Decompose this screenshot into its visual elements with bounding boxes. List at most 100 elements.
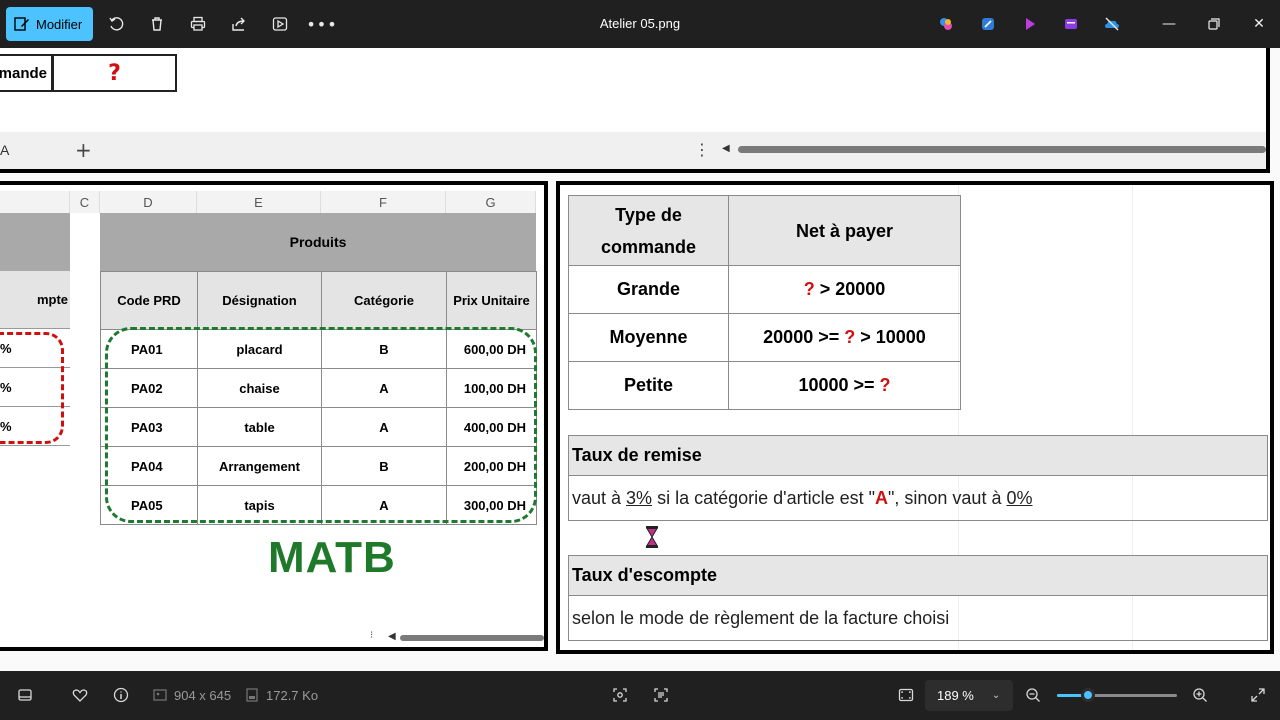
onedrive-off-icon[interactable]: [1100, 12, 1124, 36]
remise-percent: 0%: [1006, 487, 1033, 508]
header-code: Code PRD: [100, 271, 198, 330]
escompte-title: Taux d'escompte: [569, 556, 1267, 596]
scroll-thumb: [738, 146, 1266, 153]
condition-post: > 10000: [855, 327, 926, 347]
zoom-level: 189 %: [937, 688, 974, 703]
minimize-icon[interactable]: —: [1157, 12, 1181, 36]
modify-button[interactable]: Modifier: [6, 7, 93, 41]
cell-condition: ? > 20000: [728, 265, 961, 314]
cell-condition: 10000 >= ?: [728, 361, 961, 410]
info-icon[interactable]: [111, 685, 131, 705]
order-type-table: Type de commande Net à payer Grande ? > …: [568, 195, 961, 410]
sheet-tab: A: [0, 142, 10, 158]
print-icon[interactable]: [186, 12, 210, 36]
cell-type: Petite: [568, 361, 729, 410]
table-row: Moyenne 20000 >= ? > 10000: [568, 313, 961, 362]
cell-label: mande: [0, 54, 53, 92]
sheet-menu-icon: ⋮: [694, 140, 710, 159]
rotate-icon[interactable]: [104, 12, 128, 36]
question-mark: ?: [844, 327, 856, 347]
cell-condition: 20000 >= ? > 10000: [728, 313, 961, 362]
edit-icon: [14, 17, 29, 31]
remise-text: ", sinon vaut à: [888, 487, 1007, 508]
scroll-thumb: [400, 635, 544, 641]
scroll-left-icon: ◀: [722, 143, 730, 154]
top-spreadsheet-fragment: mande ? A + ⋮ ◀: [0, 48, 1270, 173]
red-dashed-highlight: [0, 332, 64, 444]
status-bar: 904 x 645 172.7 Ko 189 % ⌄: [0, 671, 1280, 720]
slider-handle[interactable]: [1081, 688, 1096, 702]
left-header-band: [0, 213, 70, 271]
escompte-header-fragment: mpte: [0, 271, 70, 329]
rules-panel: Type de commande Net à payer Grande ? > …: [556, 181, 1274, 654]
table-row: Petite 10000 >= ?: [568, 361, 961, 410]
cell-type: Moyenne: [568, 313, 729, 362]
text-scan-icon[interactable]: [651, 685, 671, 705]
zoom-out-icon[interactable]: [1023, 685, 1043, 705]
sheet-tabs-bar: A + ⋮ ◀: [0, 132, 1266, 169]
header-categorie: Catégorie: [321, 271, 447, 330]
header-type-line1: Type de: [615, 204, 682, 225]
zoom-slider[interactable]: [1057, 688, 1177, 702]
filmstrip-icon[interactable]: [15, 685, 35, 705]
sheet-scrollbar: ◀: [722, 143, 1266, 154]
header-net: Net à payer: [728, 195, 961, 266]
copilot-icon[interactable]: [934, 12, 958, 36]
remise-body: vaut à 3% si la catégorie d'article est …: [569, 476, 1267, 520]
column-header-e: E: [197, 191, 321, 213]
condition-post: > 20000: [814, 279, 886, 299]
matb-watermark: MATB: [268, 533, 396, 582]
condition-pre: 10000 >=: [798, 375, 880, 395]
delete-icon[interactable]: [145, 12, 169, 36]
image-canvas: mande ? A + ⋮ ◀ C D E F G mpte % % % Pro…: [0, 48, 1280, 671]
share-icon[interactable]: [227, 12, 251, 36]
column-header-c: C: [70, 191, 100, 213]
remise-category: A: [875, 487, 888, 508]
visual-search-icon[interactable]: [610, 685, 630, 705]
header-type: Type de commande: [568, 195, 729, 266]
fit-to-window-icon[interactable]: [896, 685, 916, 705]
zoom-in-icon[interactable]: [1190, 685, 1210, 705]
header-type-line2: commande: [600, 236, 697, 257]
favorite-icon[interactable]: [70, 685, 90, 705]
remise-box: Taux de remise vaut à 3% si la catégorie…: [568, 435, 1268, 521]
column-header-g: G: [446, 191, 536, 213]
designer-icon[interactable]: [976, 12, 1000, 36]
chevron-down-icon: ⌄: [991, 690, 1001, 701]
restore-icon[interactable]: [1202, 12, 1226, 36]
scroll-divider: ⁝: [370, 630, 374, 641]
clip-editor-icon[interactable]: [1059, 12, 1083, 36]
column-header-d: D: [100, 191, 197, 213]
slideshow-icon[interactable]: [268, 12, 292, 36]
escompte-box: Taux d'escompte selon le mode de règleme…: [568, 555, 1268, 641]
file-size: 172.7 Ko: [266, 688, 319, 703]
panel-scrollbar: ⁝ ◀: [370, 630, 544, 643]
column-header-f: F: [321, 191, 446, 213]
condition-pre: 20000 >=: [763, 327, 845, 347]
remise-text: si la catégorie d'article est ": [652, 487, 875, 508]
header-designation: Désignation: [197, 271, 322, 330]
image-dimensions: 904 x 645: [174, 688, 232, 703]
close-icon[interactable]: ✕: [1247, 12, 1271, 36]
escompte-body: selon le mode de règlement de la facture…: [572, 607, 950, 628]
green-dashed-highlight: [105, 327, 537, 523]
modify-label: Modifier: [36, 16, 83, 32]
add-sheet-icon: +: [75, 138, 92, 162]
products-panel: C D E F G mpte % % % Produits Code PRD D…: [0, 181, 548, 651]
busy-cursor-icon: [646, 526, 658, 548]
zoom-select[interactable]: 189 % ⌄: [925, 680, 1013, 711]
question-mark: ?: [879, 375, 891, 395]
scroll-left-icon: ◀: [388, 631, 396, 642]
remise-title: Taux de remise: [569, 436, 1267, 476]
cell-type: Grande: [568, 265, 729, 314]
more-options-icon[interactable]: •••: [306, 12, 336, 36]
fullscreen-icon[interactable]: [1248, 685, 1268, 705]
table-row: Grande ? > 20000: [568, 265, 961, 314]
remise-percent: 3%: [626, 487, 653, 508]
file-size-icon: [242, 685, 262, 705]
remise-text: vaut à: [572, 487, 627, 508]
clipchamp-icon[interactable]: [1018, 12, 1042, 36]
column-header-b: [0, 191, 70, 213]
dimensions-icon: [150, 685, 170, 705]
question-mark: ?: [803, 279, 815, 299]
